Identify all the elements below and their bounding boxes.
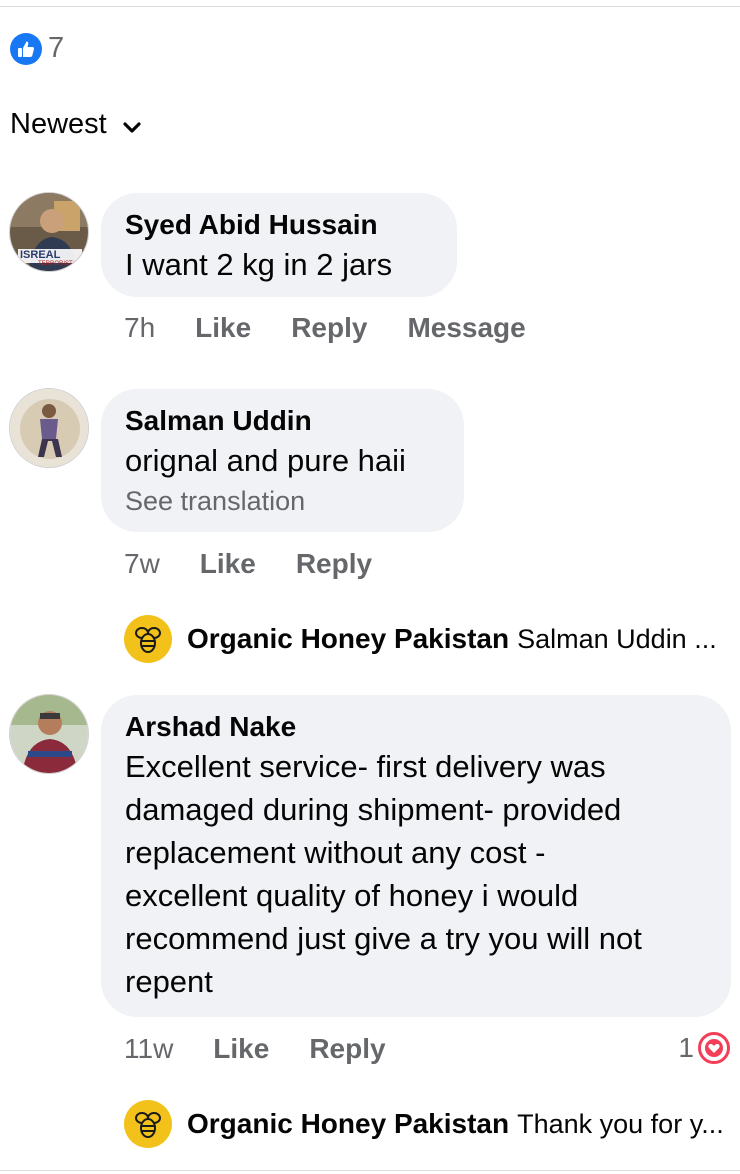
like-button[interactable]: Like: [213, 1033, 269, 1065]
avatar[interactable]: ISREAL TERRORIST: [9, 192, 89, 272]
comment-text: orignal and pure haii: [125, 443, 406, 478]
like-icon: [10, 32, 42, 65]
comment-text-line: recommend just give a try you will not: [125, 921, 642, 956]
reply-button[interactable]: Reply: [309, 1033, 385, 1065]
reply-button[interactable]: Reply: [296, 548, 372, 580]
comment-text-line: replacement without any cost -: [125, 835, 546, 870]
comment-text: I want 2 kg in 2 jars: [125, 247, 393, 282]
comment-time[interactable]: 7w: [124, 548, 160, 580]
reply-text: Salman Uddin ...: [517, 623, 717, 654]
honey-logo-icon: [124, 1100, 172, 1148]
see-translation-link[interactable]: See translation: [125, 482, 440, 520]
comment-actions: 11w Like Reply: [124, 1033, 426, 1065]
comment-actions: 7w Like Reply: [124, 548, 412, 580]
reactions-summary[interactable]: 7: [10, 32, 64, 65]
reply-preview[interactable]: Organic Honey Pakistan Thank you for y..…: [124, 1100, 724, 1148]
reply-button[interactable]: Reply: [291, 312, 367, 344]
avatar-subcaption: TERRORIST: [38, 261, 73, 267]
comment-time[interactable]: 7h: [124, 312, 155, 344]
message-button[interactable]: Message: [407, 312, 525, 344]
honey-logo-icon: [124, 615, 172, 663]
comment-text-line: excellent quality of honey i would: [125, 878, 579, 913]
comment-author[interactable]: Arshad Nake: [125, 709, 707, 745]
like-button[interactable]: Like: [195, 312, 251, 344]
like-button[interactable]: Like: [200, 548, 256, 580]
comment-bubble: Syed Abid Hussain I want 2 kg in 2 jars: [101, 193, 457, 297]
reply-author: Organic Honey Pakistan: [187, 1108, 510, 1139]
reply-text: Thank you for y...: [517, 1108, 724, 1139]
love-icon: [698, 1032, 730, 1064]
comment-text-line: Excellent service- first delivery was: [125, 749, 606, 784]
comment-author[interactable]: Salman Uddin: [125, 403, 440, 439]
reaction-count: 7: [48, 32, 65, 64]
sort-dropdown[interactable]: Newest: [10, 108, 143, 141]
avatar[interactable]: [9, 694, 89, 774]
avatar-caption: ISREAL: [20, 249, 61, 261]
chevron-down-icon: [121, 114, 143, 136]
sort-label: Newest: [10, 108, 107, 140]
avatar[interactable]: [9, 388, 89, 468]
comment-bubble: Salman Uddin orignal and pure haii See t…: [101, 389, 464, 532]
reply-preview[interactable]: Organic Honey Pakistan Salman Uddin ...: [124, 615, 717, 663]
bottom-divider: [0, 1170, 740, 1171]
reply-author: Organic Honey Pakistan: [187, 623, 510, 654]
comment-author[interactable]: Syed Abid Hussain: [125, 207, 433, 243]
comment-text-line: damaged during shipment- provided: [125, 792, 622, 827]
comment-text-line: repent: [125, 964, 213, 999]
comment-actions: 7h Like Reply Message: [124, 312, 566, 344]
comment-bubble: Arshad Nake Excellent service- first del…: [101, 695, 731, 1017]
comment-time[interactable]: 11w: [124, 1033, 173, 1065]
comment-reactions[interactable]: 1: [678, 1032, 730, 1064]
comment-reaction-count: 1: [678, 1032, 694, 1063]
top-divider: [0, 6, 740, 7]
